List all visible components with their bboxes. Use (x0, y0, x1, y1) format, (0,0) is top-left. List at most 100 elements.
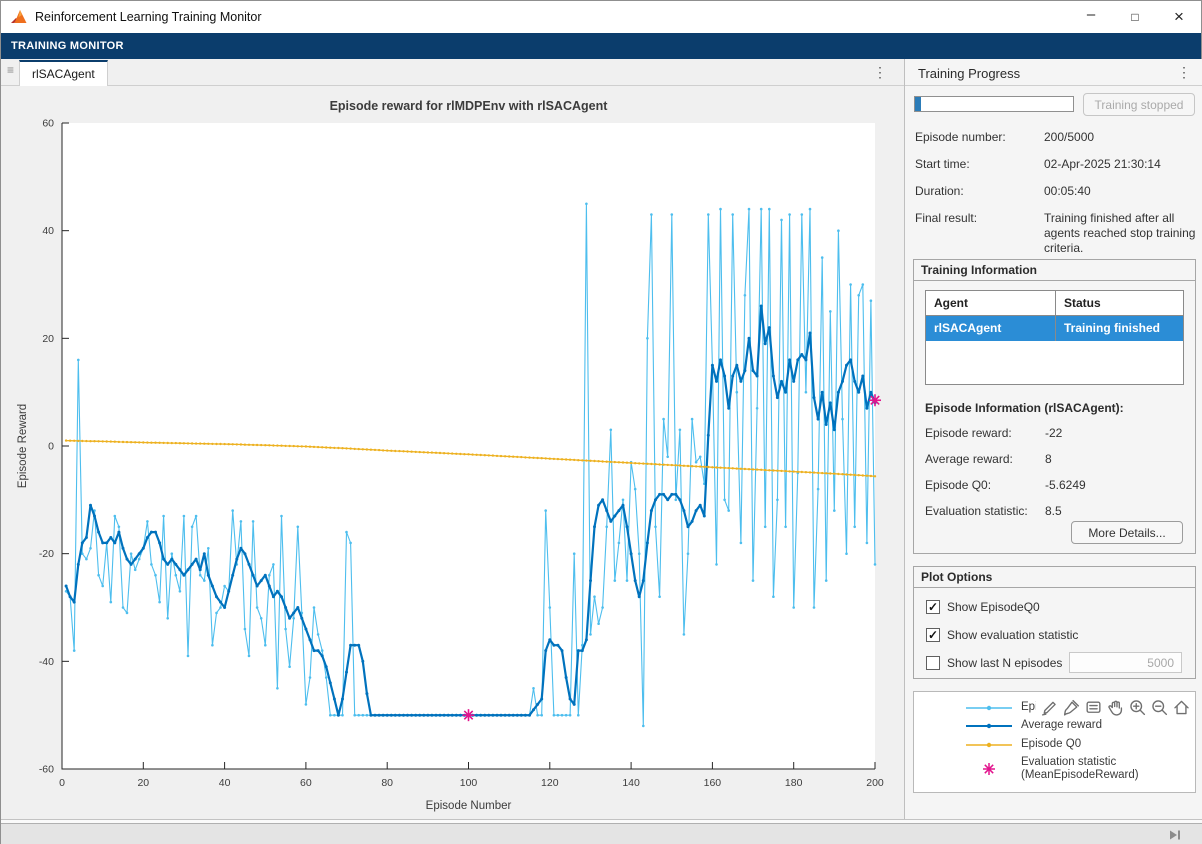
last-n-episodes-input[interactable] (1069, 652, 1182, 673)
svg-text:140: 140 (622, 777, 640, 789)
show-last-n-episodes-label: Show last N episodes (947, 656, 1062, 670)
episode-information-rows: Episode reward: -22 Average reward: 8 Ep… (925, 426, 1185, 518)
panel-options-kebab-icon[interactable]: ⋮ (1177, 65, 1191, 79)
plot-options-header: Plot Options (914, 567, 1195, 588)
tab-grip-icon[interactable]: ≡ (7, 63, 14, 77)
evaluation-statistic-value: 8.5 (1045, 504, 1185, 518)
home-icon[interactable] (1172, 698, 1191, 717)
axes-toolbar (1036, 696, 1191, 718)
svg-text:40: 40 (219, 777, 231, 789)
expand-right-icon[interactable] (1167, 827, 1183, 843)
episode-q0-swatch-icon (964, 739, 1014, 751)
panel-header: Training Progress ⋮ (905, 59, 1202, 86)
show-episodeq0-checkbox[interactable]: ✓ (926, 600, 940, 614)
svg-text:20: 20 (42, 333, 54, 345)
show-evaluation-statistic-checkbox[interactable]: ✓ (926, 628, 940, 642)
legend-entry-evaluation-statistic[interactable]: Evaluation statistic (MeanEpisodeReward) (964, 756, 1139, 782)
episode-reward-label: Episode reward: (925, 426, 1045, 440)
average-reward-value: 8 (1045, 452, 1185, 466)
plot-options-group: Plot Options ✓ Show EpisodeQ0 ✓ Show eva… (913, 566, 1196, 679)
svg-text:-60: -60 (39, 764, 54, 776)
final-result-label: Final result: (915, 211, 1044, 256)
document-tabstrip: ≡ rlSACAgent ⋮ (1, 59, 904, 86)
episode-q0-value: -5.6249 (1045, 478, 1185, 492)
panel-title: Training Progress (918, 66, 1020, 81)
zoom-in-icon[interactable] (1128, 698, 1147, 717)
status-cell: Training finished (1056, 316, 1183, 341)
brush-icon[interactable] (1062, 698, 1081, 717)
svg-text:100: 100 (460, 777, 478, 789)
legend-label: Episode Q0 (1021, 738, 1081, 751)
svg-text:-20: -20 (39, 548, 54, 560)
progress-bar-fill (915, 97, 921, 111)
training-stopped-button[interactable]: Training stopped (1083, 93, 1195, 116)
datatip-icon[interactable] (1084, 698, 1103, 717)
svg-text:200: 200 (866, 777, 884, 789)
svg-text:120: 120 (541, 777, 559, 789)
start-time-label: Start time: (915, 157, 1044, 172)
svg-text:80: 80 (381, 777, 393, 789)
zoom-out-icon[interactable] (1150, 698, 1169, 717)
legend-entry-episode-q0[interactable]: Episode Q0 (964, 738, 1081, 751)
episode-reward-value: -22 (1045, 426, 1185, 440)
svg-text:60: 60 (42, 118, 54, 130)
close-button[interactable]: × (1157, 1, 1201, 33)
plot-background (62, 123, 875, 769)
export-icon[interactable] (1040, 698, 1059, 717)
minimize-button[interactable]: – (1069, 1, 1113, 33)
svg-text:60: 60 (300, 777, 312, 789)
svg-text:180: 180 (785, 777, 803, 789)
svg-text:20: 20 (137, 777, 149, 789)
average-reward-swatch-icon (964, 720, 1014, 732)
svg-text:0: 0 (59, 777, 65, 789)
legend-label: Average reward (1021, 719, 1102, 732)
y-axis-label: Episode Reward (17, 404, 29, 488)
progress-info-rows: Episode number: 200/5000 Start time: 02-… (915, 130, 1197, 256)
ribbon-tab-label[interactable]: TRAINING MONITOR (11, 40, 124, 52)
episode-number-label: Episode number: (915, 130, 1044, 145)
agent-status-table: Agent Status rlSACAgent Training finishe… (925, 290, 1184, 385)
column-header-status[interactable]: Status (1056, 291, 1183, 316)
episode-reward-swatch-icon (964, 702, 1014, 714)
average-reward-label: Average reward: (925, 452, 1045, 466)
chart-title: Episode reward for rlMDPEnv with rlSACAg… (330, 99, 609, 113)
episode-information-header: Episode Information (rlSACAgent): (925, 401, 1124, 415)
show-evaluation-statistic-label: Show evaluation statistic (947, 628, 1078, 642)
svg-text:160: 160 (704, 777, 722, 789)
toolstrip-ribbon: TRAINING MONITOR (1, 33, 1201, 59)
window-titlebar: Reinforcement Learning Training Monitor … (1, 1, 1201, 33)
show-last-n-episodes-checkbox[interactable] (926, 656, 940, 670)
training-information-header: Training Information (914, 260, 1195, 281)
start-time-value: 02-Apr-2025 21:30:14 (1044, 157, 1197, 172)
evaluation-statistic-label: Evaluation statistic: (925, 504, 1045, 518)
window-title: Reinforcement Learning Training Monitor (35, 10, 262, 24)
duration-value: 00:05:40 (1044, 184, 1197, 199)
episode-q0-label: Episode Q0: (925, 478, 1045, 492)
column-header-agent[interactable]: Agent (926, 291, 1056, 316)
duration-label: Duration: (915, 184, 1044, 199)
training-progress-panel: Training Progress ⋮ Training stopped Epi… (904, 59, 1202, 819)
tab-options-kebab-icon[interactable]: ⋮ (873, 65, 887, 79)
svg-text:40: 40 (42, 225, 54, 237)
matlab-logo-icon (10, 8, 28, 26)
show-episodeq0-label: Show EpisodeQ0 (947, 600, 1040, 614)
x-axis-label: Episode Number (426, 800, 512, 812)
table-row-rlsacagent[interactable]: rlSACAgent Training finished (926, 316, 1183, 341)
legend-entry-average-reward[interactable]: Average reward (964, 719, 1102, 732)
episode-reward-chart[interactable]: 6040200-20-40-60020406080100120140160180… (1, 86, 898, 819)
tab-rlsacagent[interactable]: rlSACAgent (19, 60, 108, 86)
svg-text:0: 0 (48, 441, 54, 453)
final-result-value: Training finished after all agents reach… (1044, 211, 1197, 256)
legend-label: Evaluation statistic (MeanEpisodeReward) (1021, 756, 1139, 782)
figure-pane: 6040200-20-40-60020406080100120140160180… (1, 86, 898, 819)
status-bar (1, 823, 1202, 844)
table-header-row: Agent Status (926, 291, 1183, 316)
svg-text:-40: -40 (39, 656, 54, 668)
maximize-button[interactable]: □ (1113, 1, 1157, 33)
episode-number-value: 200/5000 (1044, 130, 1197, 145)
evaluation-statistic-asterisk-icon (964, 757, 1014, 781)
app-window: Reinforcement Learning Training Monitor … (0, 0, 1202, 844)
training-progress-bar (914, 96, 1074, 112)
pan-icon[interactable] (1106, 698, 1125, 717)
more-details-button[interactable]: More Details... (1071, 521, 1183, 544)
